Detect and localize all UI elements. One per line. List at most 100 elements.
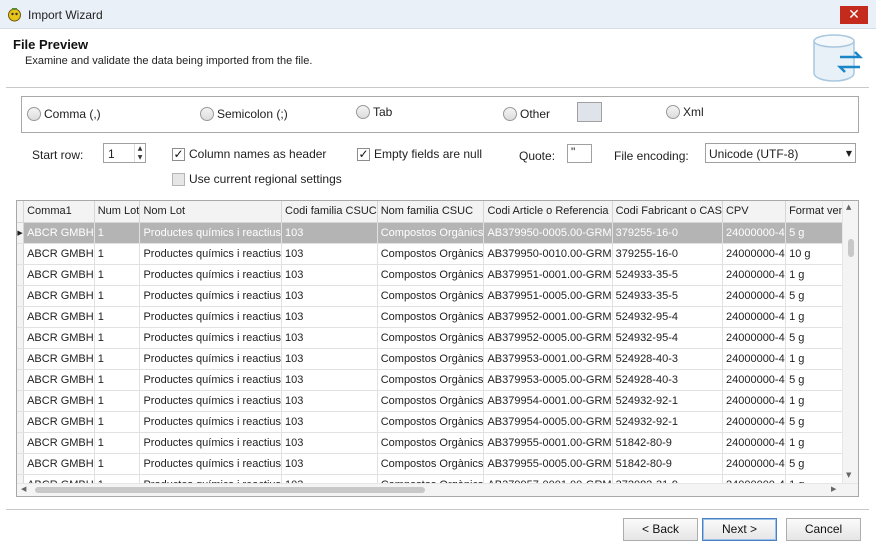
radio-comma[interactable]: Comma (,)	[27, 107, 101, 121]
grid-cell[interactable]: Compostos Orgànics	[377, 411, 485, 433]
grid-cell[interactable]: 24000000-4	[722, 222, 787, 244]
row-selector[interactable]	[17, 432, 25, 454]
grid-cell[interactable]: 1	[94, 285, 141, 307]
grid-cell[interactable]: 524928-40-3	[612, 369, 723, 391]
scroll-right-icon[interactable]: ▶	[831, 485, 836, 493]
grid-cell[interactable]: 24000000-4	[722, 285, 787, 307]
radio-semicolon[interactable]: Semicolon (;)	[200, 107, 288, 121]
column-names-header-checkbox[interactable]: ✓ Column names as header	[172, 147, 326, 161]
table-row[interactable]: ABCR GMBH1Productes químics i reactius10…	[17, 327, 858, 349]
grid-cell[interactable]: Productes químics i reactius	[139, 306, 283, 328]
table-row[interactable]: ABCR GMBH1Productes químics i reactius10…	[17, 411, 858, 433]
grid-cell[interactable]: 1	[94, 327, 141, 349]
grid-cell[interactable]: Productes químics i reactius	[139, 285, 283, 307]
radio-other[interactable]: Other	[503, 107, 550, 121]
grid-cell[interactable]: 103	[281, 285, 378, 307]
row-selector[interactable]	[17, 327, 25, 349]
table-row[interactable]: ABCR GMBH1Productes químics i reactius10…	[17, 453, 858, 475]
grid-cell[interactable]: ABCR GMBH	[23, 453, 95, 475]
grid-cell[interactable]: 103	[281, 369, 378, 391]
scroll-left-icon[interactable]: ◀	[21, 485, 26, 493]
grid-cell[interactable]: Compostos Orgànics	[377, 243, 485, 265]
grid-cell[interactable]: 103	[281, 348, 378, 370]
grid-cell[interactable]: 24000000-4	[722, 243, 787, 265]
grid-cell[interactable]: 524932-92-1	[612, 411, 723, 433]
grid-cell[interactable]: Productes químics i reactius	[139, 369, 283, 391]
grid-cell[interactable]: ABCR GMBH	[23, 306, 95, 328]
column-header[interactable]: Comma1	[23, 201, 95, 223]
grid-cell[interactable]: 1	[94, 369, 141, 391]
grid-cell[interactable]: Compostos Orgànics	[377, 306, 485, 328]
row-selector[interactable]	[17, 243, 25, 265]
grid-cell[interactable]: Productes químics i reactius	[139, 243, 283, 265]
grid-cell[interactable]: Productes químics i reactius	[139, 390, 283, 412]
grid-cell[interactable]: 24000000-4	[722, 348, 787, 370]
row-selector[interactable]	[17, 264, 25, 286]
preview-grid[interactable]: Comma1 Num Lot Nom Lot Codi familia CSUC Nom…	[16, 200, 859, 497]
column-header[interactable]: Codi Article o Referencia	[483, 201, 613, 223]
quote-input[interactable]: "	[567, 144, 592, 163]
grid-cell[interactable]: 103	[281, 306, 378, 328]
spin-arrows-icon[interactable]: ▲ ▼	[134, 144, 145, 162]
empty-fields-null-checkbox[interactable]: ✓ Empty fields are null	[357, 147, 482, 161]
grid-cell[interactable]: 379255-16-0	[612, 243, 723, 265]
grid-cell[interactable]: 24000000-4	[722, 390, 787, 412]
vertical-scroll-thumb[interactable]	[848, 239, 854, 257]
grid-cell[interactable]: 1	[94, 411, 141, 433]
table-row[interactable]: ABCR GMBH1Productes químics i reactius10…	[17, 390, 858, 412]
grid-cell[interactable]: AB379952-0005.00-GRM	[483, 327, 613, 349]
table-row[interactable]: ABCR GMBH1Productes químics i reactius10…	[17, 285, 858, 307]
row-selector[interactable]	[17, 453, 25, 475]
grid-cell[interactable]: Productes químics i reactius	[139, 348, 283, 370]
grid-cell[interactable]: AB379950-0010.00-GRM	[483, 243, 613, 265]
grid-cell[interactable]: 24000000-4	[722, 432, 787, 454]
grid-cell[interactable]: 103	[281, 453, 378, 475]
grid-cell[interactable]: AB379951-0001.00-GRM	[483, 264, 613, 286]
grid-cell[interactable]: ABCR GMBH	[23, 243, 95, 265]
grid-cell[interactable]: 103	[281, 264, 378, 286]
grid-cell[interactable]: 1	[94, 390, 141, 412]
grid-cell[interactable]: 379255-16-0	[612, 222, 723, 244]
row-selector[interactable]	[17, 348, 25, 370]
close-icon[interactable]: ✕	[840, 6, 868, 24]
grid-cell[interactable]: AB379952-0001.00-GRM	[483, 306, 613, 328]
scroll-down-icon[interactable]: ▼	[846, 471, 851, 479]
grid-cell[interactable]: 103	[281, 222, 378, 244]
grid-cell[interactable]: 524933-35-5	[612, 285, 723, 307]
grid-cell[interactable]: 1	[94, 306, 141, 328]
other-delimiter-input[interactable]	[577, 102, 602, 122]
grid-cell[interactable]: Productes químics i reactius	[139, 411, 283, 433]
radio-xml[interactable]: Xml	[666, 105, 704, 119]
grid-cell[interactable]: Compostos Orgànics	[377, 222, 485, 244]
column-header[interactable]: CPV	[722, 201, 787, 223]
grid-cell[interactable]: 24000000-4	[722, 306, 787, 328]
grid-cell[interactable]: 51842-80-9	[612, 453, 723, 475]
table-row[interactable]: ▶ ABCR GMBH 1 Productes químics i reactius 1…	[17, 222, 858, 244]
grid-cell[interactable]: ABCR GMBH	[23, 411, 95, 433]
scroll-up-icon[interactable]: ▲	[846, 203, 851, 211]
grid-cell[interactable]: AB379954-0005.00-GRM	[483, 411, 613, 433]
grid-cell[interactable]: 1	[94, 222, 141, 244]
grid-cell[interactable]: Compostos Orgànics	[377, 285, 485, 307]
grid-cell[interactable]: 103	[281, 327, 378, 349]
row-selector[interactable]	[17, 285, 25, 307]
grid-cell[interactable]: ABCR GMBH	[23, 264, 95, 286]
regional-settings-checkbox[interactable]: Use current regional settings	[172, 172, 342, 186]
back-button[interactable]: < Back	[623, 518, 698, 541]
grid-cell[interactable]: ABCR GMBH	[23, 432, 95, 454]
grid-cell[interactable]: Compostos Orgànics	[377, 432, 485, 454]
grid-cell[interactable]: Compostos Orgànics	[377, 327, 485, 349]
grid-cell[interactable]: 1	[94, 453, 141, 475]
grid-cell[interactable]: 103	[281, 432, 378, 454]
row-indicator-icon[interactable]: ▶	[17, 222, 25, 244]
row-selector[interactable]	[17, 411, 25, 433]
grid-cell[interactable]: Compostos Orgànics	[377, 390, 485, 412]
encoding-select[interactable]: Unicode (UTF-8) ▼	[705, 143, 856, 163]
table-row[interactable]: ABCR GMBH1Productes químics i reactius10…	[17, 264, 858, 286]
row-selector[interactable]	[17, 369, 25, 391]
grid-cell[interactable]: AB379955-0001.00-GRM	[483, 432, 613, 454]
grid-cell[interactable]: Productes químics i reactius	[139, 453, 283, 475]
grid-cell[interactable]: Compostos Orgànics	[377, 369, 485, 391]
column-header[interactable]: Codi familia CSUC	[281, 201, 378, 223]
vertical-scrollbar[interactable]: ▲ ▼	[842, 201, 858, 484]
